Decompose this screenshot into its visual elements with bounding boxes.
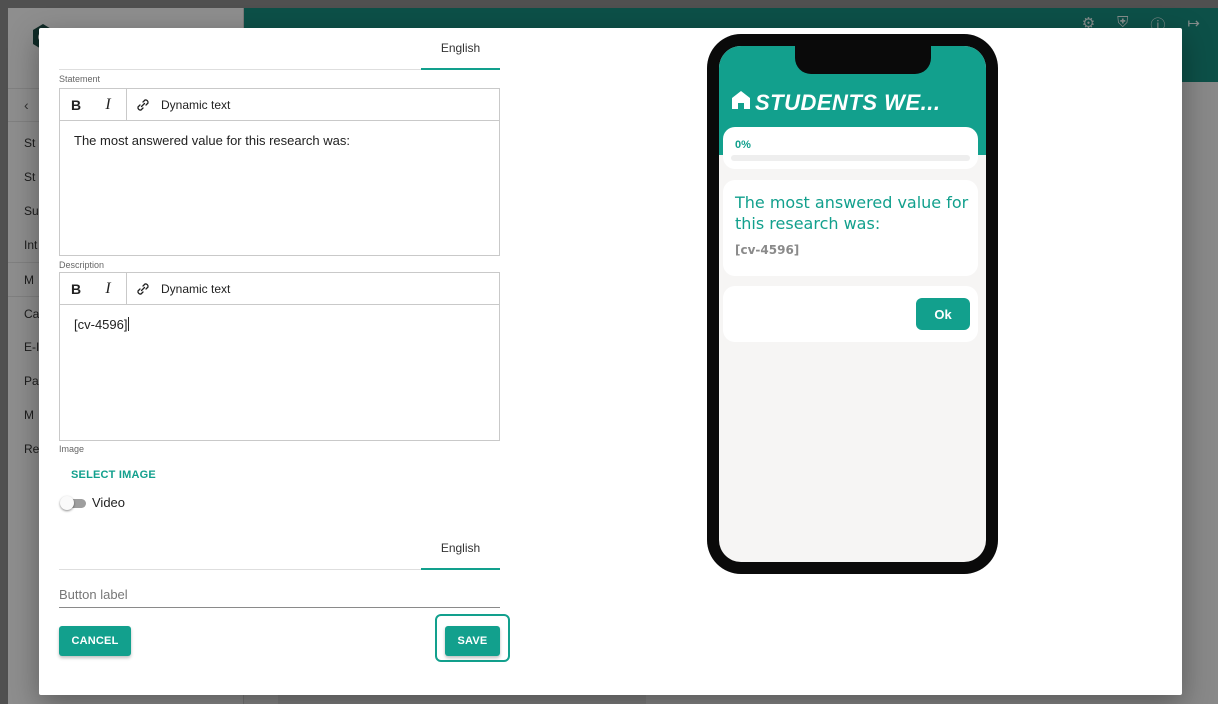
question-card: The most answered value for this researc… [723,180,978,276]
ok-button[interactable]: Ok [916,298,970,330]
statement-language-tabs: English [59,28,500,70]
italic-button[interactable]: I [92,89,124,121]
statement-label: Statement [59,74,101,84]
phone-notch [795,46,931,74]
dynamic-text-button[interactable]: Dynamic text [161,98,230,112]
italic-button[interactable]: I [92,273,124,305]
phone-screen: STUDENTS WE... 0% The most answered valu… [719,46,986,562]
description-editor: B I Dynamic text [cv-4596] [59,272,500,441]
home-icon [731,90,751,116]
link-icon[interactable] [131,273,155,305]
description-text: [cv-4596] [74,317,128,332]
text-caret [128,317,130,331]
statement-editor: B I Dynamic text The most answered value… [59,88,500,256]
question-description: [cv-4596] [735,243,800,257]
toolbar-divider [126,88,127,121]
edit-step-dialog: English Statement B I Dynamic text The m… [39,28,1182,695]
progress-text: 0% [735,139,751,151]
progress-bar [731,155,970,161]
action-card: Ok [723,286,978,342]
description-toolbar: B I Dynamic text [60,272,499,305]
toggle-knob [60,496,74,510]
image-label: Image [59,444,85,454]
preview-app-title: STUDENTS WE... [731,90,940,116]
description-text-area[interactable]: [cv-4596] [60,305,499,344]
select-image-button[interactable]: SELECT IMAGE [71,469,156,481]
video-toggle[interactable] [60,496,86,510]
progress-card: 0% [723,127,978,169]
question-text: The most answered value for this researc… [735,193,969,233]
cancel-button[interactable]: CANCEL [59,626,131,656]
statement-text-area[interactable]: The most answered value for this researc… [60,121,499,160]
bold-button[interactable]: B [60,273,92,305]
description-label: Description [59,260,105,270]
toolbar-divider [126,272,127,305]
video-label: Video [92,495,126,510]
save-button[interactable]: SAVE [445,626,500,656]
button-language-tabs: English [59,528,500,570]
statement-toolbar: B I Dynamic text [60,88,499,121]
tab-english[interactable]: English [421,28,500,70]
tab-english[interactable]: English [421,528,500,570]
button-label-field [59,582,500,608]
phone-preview: STUDENTS WE... 0% The most answered valu… [707,34,998,574]
link-icon[interactable] [131,89,155,121]
preview-title-text: STUDENTS WE... [755,90,941,115]
button-label-input[interactable] [59,582,500,606]
dynamic-text-button[interactable]: Dynamic text [161,282,230,296]
statement-text: The most answered value for this researc… [74,133,351,148]
bold-button[interactable]: B [60,89,92,121]
